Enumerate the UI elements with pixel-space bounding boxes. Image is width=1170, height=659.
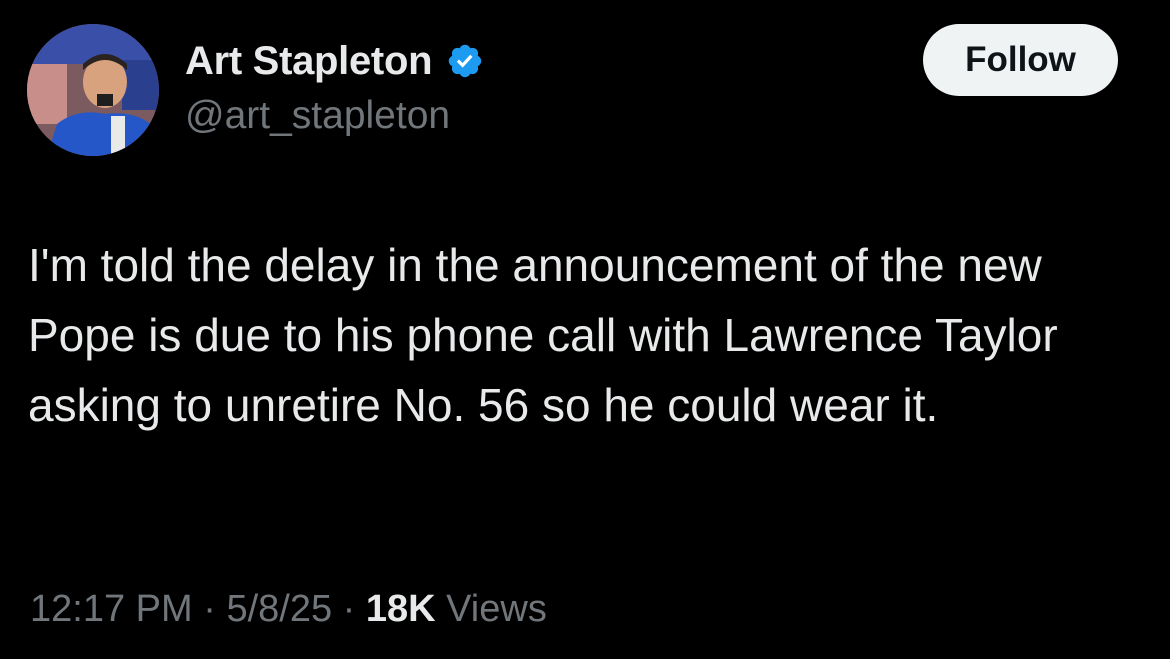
views-label: Views — [435, 588, 547, 630]
verified-badge-icon — [448, 44, 482, 78]
meta-separator: · — [332, 588, 366, 630]
views-count[interactable]: 18K — [366, 588, 436, 630]
author-handle[interactable]: @art_stapleton — [185, 94, 450, 138]
author-name-row: Art Stapleton — [185, 38, 484, 84]
avatar-photo — [27, 24, 159, 156]
author-display-name[interactable]: Art Stapleton — [185, 38, 433, 84]
avatar[interactable] — [27, 24, 159, 156]
follow-button[interactable]: Follow — [923, 24, 1118, 96]
tweet-date[interactable]: 5/8/25 — [226, 588, 332, 630]
tweet-text: I'm told the delay in the announcement o… — [28, 239, 1058, 431]
tweet-meta: 12:17 PM · 5/8/25 · 18K Views — [30, 586, 547, 632]
meta-separator: · — [192, 588, 227, 630]
tweet-time[interactable]: 12:17 PM — [30, 588, 193, 630]
